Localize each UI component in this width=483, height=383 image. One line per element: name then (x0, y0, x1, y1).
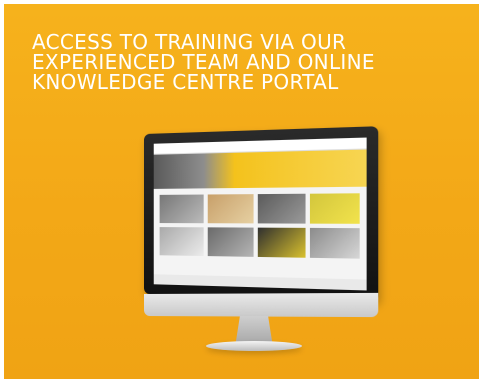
monitor-stand-neck (235, 316, 273, 344)
screen-footer (153, 274, 367, 291)
promo-panel: ACCESS TO TRAINING VIA OUR EXPERIENCED T… (4, 4, 479, 379)
headline-line-3: KNOWLEDGE CENTRE PORTAL (32, 70, 339, 94)
monitor-stand-base (206, 341, 302, 351)
desktop-monitor-icon (144, 126, 379, 356)
screen-tile (159, 194, 204, 224)
monitor-chin (144, 292, 379, 318)
monitor-frame (144, 126, 379, 302)
screen-tile (159, 227, 204, 257)
screen-tile (309, 227, 360, 259)
screen-tile (257, 227, 306, 258)
monitor-screen (153, 137, 367, 291)
headline-line-1: ACCESS TO TRAINING VIA OUR (32, 30, 347, 54)
screen-tile (207, 194, 254, 224)
headline: ACCESS TO TRAINING VIA OUR EXPERIENCED T… (32, 32, 452, 92)
headline-line-2: EXPERIENCED TEAM AND ONLINE (32, 50, 375, 74)
screen-tile (257, 193, 306, 224)
screen-tile (309, 193, 360, 224)
screen-tile (207, 227, 254, 257)
screen-hero-banner (153, 149, 367, 189)
screen-tiles (154, 187, 367, 266)
